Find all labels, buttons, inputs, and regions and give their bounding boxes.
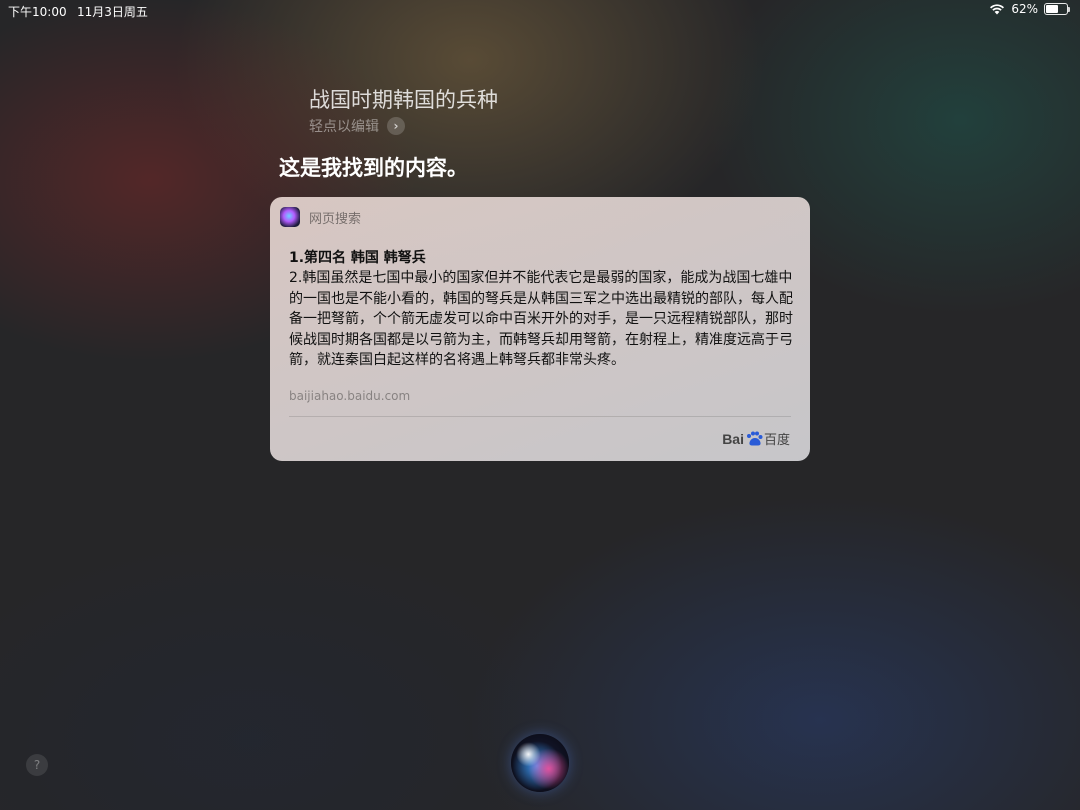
status-right: 62%	[989, 2, 1070, 16]
web-search-card[interactable]: 网页搜索 1.第四名 韩国 韩弩兵 2.韩国虽然是七国中最小的国家但并不能代表它…	[270, 197, 810, 461]
status-date: 11月3日周五	[77, 5, 148, 19]
chevron-right-icon: ›	[387, 117, 405, 135]
siri-app-icon	[280, 207, 300, 227]
tap-to-edit[interactable]: 轻点以编辑 ›	[309, 116, 405, 136]
paw-icon	[746, 431, 763, 446]
siri-orb[interactable]	[511, 734, 569, 792]
card-divider	[289, 416, 791, 417]
card-header-label: 网页搜索	[309, 211, 362, 227]
siri-response: 这是我找到的内容。	[279, 156, 468, 180]
battery-icon	[1044, 3, 1070, 15]
baidu-logo-cn: 百度	[763, 433, 790, 448]
wifi-icon	[990, 4, 1005, 15]
baidu-logo-latin: Bai	[722, 430, 744, 447]
card-title: 1.第四名 韩国 韩弩兵	[289, 250, 426, 266]
help-button[interactable]: ?	[26, 754, 48, 776]
card-header: 网页搜索	[280, 207, 361, 227]
battery-percent: 62%	[1011, 2, 1038, 16]
query-text[interactable]: 战国时期韩国的兵种	[309, 84, 498, 114]
battery-fill	[1046, 5, 1059, 13]
card-source-url[interactable]: baijiahao.baidu.com	[289, 389, 410, 403]
baidu-logo[interactable]: Bai 百度	[722, 429, 790, 449]
tap-to-edit-label: 轻点以编辑	[309, 119, 379, 135]
status-time: 下午10:00	[8, 5, 67, 19]
status-bar: 下午10:00 11月3日周五 62%	[0, 0, 1080, 20]
card-body: 2.韩国虽然是七国中最小的国家但并不能代表它是最弱的国家，能成为战国七雄中的一国…	[289, 270, 793, 368]
